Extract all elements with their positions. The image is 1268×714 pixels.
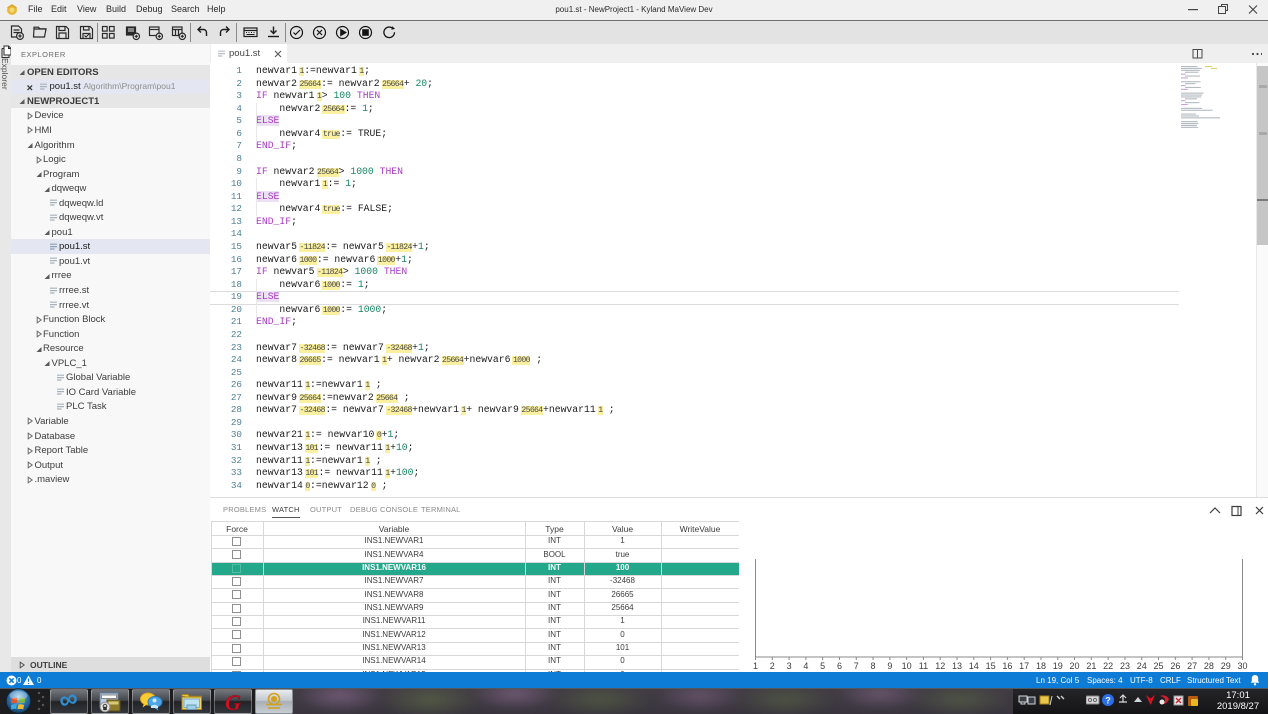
svg-text:28: 28 <box>1204 661 1214 671</box>
svg-text:12: 12 <box>935 661 945 671</box>
svg-text:2: 2 <box>770 661 775 671</box>
svg-text:3: 3 <box>787 661 792 671</box>
svg-text:4: 4 <box>803 661 808 671</box>
svg-text:25: 25 <box>1154 661 1164 671</box>
svg-text:16: 16 <box>1002 661 1012 671</box>
svg-text:11: 11 <box>919 661 928 671</box>
svg-text:14: 14 <box>969 661 979 671</box>
svg-text:10: 10 <box>902 661 912 671</box>
svg-text:27: 27 <box>1187 661 1197 671</box>
svg-text:1: 1 <box>753 661 758 671</box>
svg-text:6: 6 <box>837 661 842 671</box>
svg-text:21: 21 <box>1086 661 1096 671</box>
svg-text:19: 19 <box>1053 661 1063 671</box>
svg-text:22: 22 <box>1103 661 1113 671</box>
svg-text:23: 23 <box>1120 661 1130 671</box>
svg-text:5: 5 <box>820 661 825 671</box>
svg-text:9: 9 <box>887 661 892 671</box>
svg-text:G: G <box>225 690 241 714</box>
svg-text:30: 30 <box>1237 661 1247 671</box>
svg-text:26: 26 <box>1170 661 1180 671</box>
svg-text:29: 29 <box>1221 661 1231 671</box>
svg-text:18: 18 <box>1036 661 1046 671</box>
svg-text:∞: ∞ <box>56 690 81 714</box>
svg-text:7: 7 <box>854 661 859 671</box>
svg-text:17: 17 <box>1019 661 1029 671</box>
svg-text:?: ? <box>1105 696 1111 706</box>
svg-text:13: 13 <box>952 661 962 671</box>
svg-text:15: 15 <box>986 661 996 671</box>
svg-text:20: 20 <box>1070 661 1080 671</box>
svg-text:24: 24 <box>1137 661 1147 671</box>
svg-text:8: 8 <box>871 661 876 671</box>
